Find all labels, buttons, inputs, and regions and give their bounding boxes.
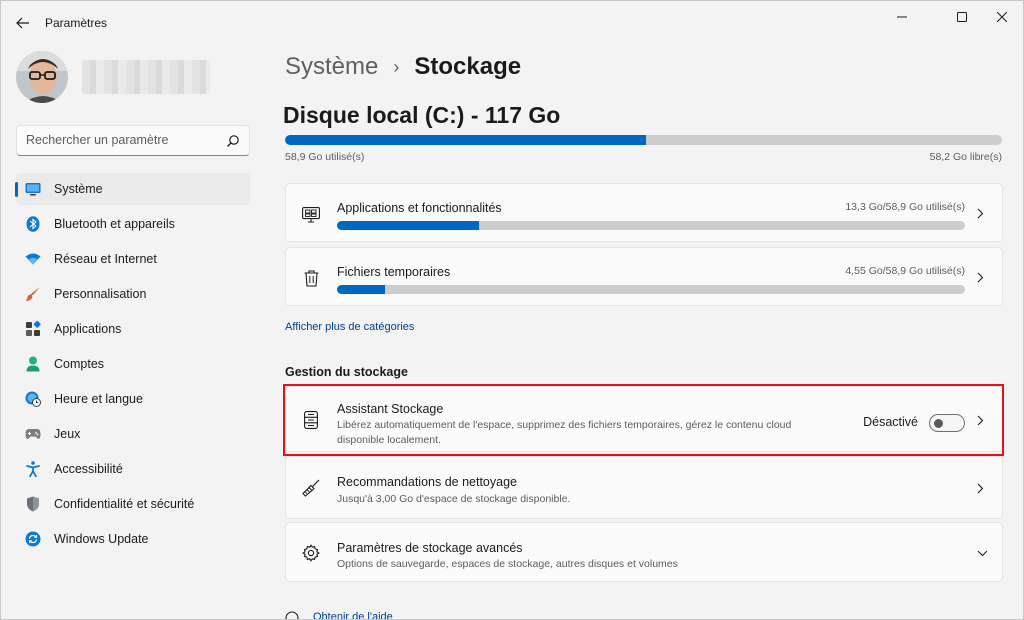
disk-title: Disque local (C:) - 117 Go — [283, 102, 561, 128]
breadcrumb: Système › Stockage — [285, 53, 521, 81]
sidebar-item-label: Comptes — [54, 357, 105, 371]
user-profile[interactable] — [16, 51, 210, 103]
close-button[interactable] — [979, 3, 1023, 31]
sidebar-item-label: Heure et langue — [54, 392, 143, 406]
advanced-storage-card[interactable]: Paramètres de stockage avancés Options d… — [285, 522, 1003, 582]
sidebar-item-label: Jeux — [54, 427, 81, 441]
bluetooth-icon — [25, 216, 41, 232]
sidebar-item-label: Personnalisation — [54, 287, 147, 301]
avatar — [16, 51, 68, 103]
disk-usage-bar — [285, 135, 1002, 145]
storage-sense-card[interactable]: Assistant Stockage Libérez automatiqueme… — [285, 386, 1003, 452]
update-icon — [25, 531, 41, 547]
disk-usage-fill — [285, 135, 646, 145]
sidebar-item-personnalisation[interactable]: Personnalisation — [16, 278, 250, 310]
category-size: 13,3 Go/58,9 Go utilisé(s) — [845, 201, 965, 213]
storage-sense-title: Assistant Stockage — [337, 402, 444, 416]
sidebar-item-windows-update[interactable]: Windows Update — [16, 523, 250, 555]
gamepad-icon — [25, 426, 41, 442]
chevron-right-icon — [975, 415, 985, 425]
category-card-applications[interactable]: Applications et fonctionnalités 13,3 Go/… — [285, 183, 1003, 242]
person-icon — [25, 356, 41, 372]
arrow-left-icon — [16, 17, 29, 29]
chevron-right-icon — [975, 208, 985, 218]
app-title: Paramètres — [45, 16, 108, 30]
storage-sense-toggle-label: Désactivé — [863, 415, 918, 429]
category-size: 4,55 Go/58,9 Go utilisé(s) — [845, 265, 965, 277]
accessibility-icon — [25, 461, 41, 477]
cleanup-description: Jusqu'à 3,00 Go d'espace de stockage dis… — [337, 493, 571, 505]
maximize-icon — [957, 12, 967, 22]
chevron-right-icon — [975, 483, 985, 493]
minimize-icon — [897, 16, 907, 18]
minimize-button[interactable] — [879, 3, 925, 31]
category-usage-bar — [337, 221, 965, 230]
sidebar-item-comptes[interactable]: Comptes — [16, 348, 250, 380]
help-row: Obtenir de l'aide — [285, 611, 393, 619]
advanced-storage-title: Paramètres de stockage avancés — [337, 541, 523, 555]
sidebar: Système Bluetooth et appareils Réseau et… — [1, 45, 263, 619]
user-name-blurred — [82, 60, 210, 94]
wifi-icon — [25, 251, 41, 267]
chevron-down-icon[interactable] — [976, 548, 988, 558]
cleanup-title: Recommandations de nettoyage — [337, 475, 517, 489]
advanced-storage-description: Options de sauvegarde, espaces de stocka… — [337, 558, 678, 570]
sidebar-item-accessibilite[interactable]: Accessibilité — [16, 453, 250, 485]
category-title: Applications et fonctionnalités — [337, 201, 502, 215]
trash-icon — [302, 269, 320, 287]
sidebar-item-reseau[interactable]: Réseau et Internet — [16, 243, 250, 275]
category-card-fichiers-temporaires[interactable]: Fichiers temporaires 4,55 Go/58,9 Go uti… — [285, 247, 1003, 306]
apps-monitor-icon — [302, 206, 320, 224]
category-title: Fichiers temporaires — [337, 265, 451, 279]
apps-icon — [25, 321, 41, 337]
sidebar-item-systeme[interactable]: Système — [15, 173, 250, 205]
section-title-storage-management: Gestion du stockage — [285, 365, 408, 379]
sidebar-item-applications[interactable]: Applications — [16, 313, 250, 345]
sidebar-item-jeux[interactable]: Jeux — [16, 418, 250, 450]
sidebar-item-label: Applications — [54, 322, 122, 336]
more-categories-link[interactable]: Afficher plus de catégories — [285, 321, 414, 333]
chevron-right-icon — [975, 272, 985, 282]
sidebar-item-label: Système — [54, 182, 103, 196]
page-title: Stockage — [414, 53, 522, 80]
sidebar-item-label: Réseau et Internet — [54, 252, 157, 266]
category-usage-fill — [337, 285, 386, 294]
sidebar-item-label: Windows Update — [54, 532, 149, 546]
disk-free-label: 58,2 Go libre(s) — [929, 151, 1002, 163]
globe-clock-icon — [25, 391, 41, 407]
brush-icon — [25, 286, 41, 302]
title-bar: Paramètres — [1, 1, 1023, 45]
gear-icon — [302, 544, 320, 562]
shield-icon — [25, 496, 41, 512]
search-icon[interactable] — [226, 134, 240, 148]
category-usage-fill — [337, 221, 479, 230]
sidebar-item-bluetooth[interactable]: Bluetooth et appareils — [16, 208, 250, 240]
sidebar-item-label: Bluetooth et appareils — [54, 217, 175, 231]
sidebar-nav: Système Bluetooth et appareils Réseau et… — [15, 173, 250, 558]
disk-used-label: 58,9 Go utilisé(s) — [285, 151, 365, 163]
storage-sense-description: Libérez automatiquement de l'espace, sup… — [337, 419, 792, 446]
close-icon — [997, 12, 1007, 22]
storage-server-icon — [302, 411, 320, 429]
breadcrumb-parent[interactable]: Système — [285, 53, 378, 81]
storage-sense-toggle[interactable] — [929, 414, 965, 432]
cleanup-recommendations-card[interactable]: Recommandations de nettoyage Jusqu'à 3,0… — [285, 456, 1003, 519]
sidebar-item-heure-langue[interactable]: Heure et langue — [16, 383, 250, 415]
back-button[interactable] — [11, 11, 35, 35]
broom-icon — [302, 479, 320, 497]
get-help-link[interactable]: Obtenir de l'aide — [313, 611, 393, 619]
help-icon — [285, 611, 299, 619]
sidebar-item-confidentialite[interactable]: Confidentialité et sécurité — [16, 488, 250, 520]
search-box[interactable] — [16, 125, 250, 156]
search-input[interactable] — [26, 133, 221, 147]
sidebar-item-label: Confidentialité et sécurité — [54, 497, 195, 511]
breadcrumb-separator: › — [393, 56, 400, 77]
settings-window: Paramètres Rechercher un paramètre Systè… — [0, 0, 1024, 620]
category-usage-bar — [337, 285, 965, 294]
sidebar-item-label: Accessibilité — [54, 462, 123, 476]
toggle-knob — [934, 419, 943, 428]
system-icon — [25, 181, 41, 197]
